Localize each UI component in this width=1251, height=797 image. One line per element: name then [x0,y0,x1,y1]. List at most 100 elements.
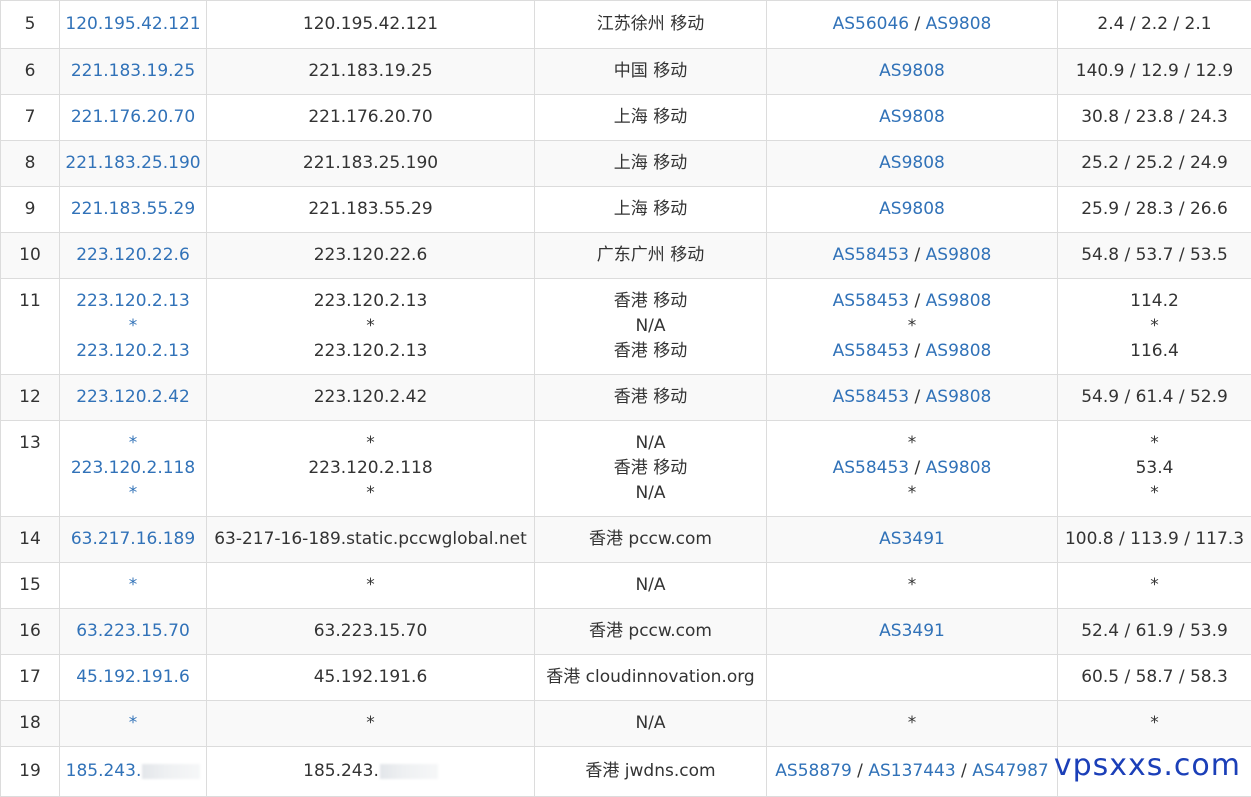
latency: 25.2 / 25.2 / 24.9 [1062,151,1247,176]
asn-link[interactable]: AS58453 [833,245,910,265]
latency: 140.9 / 12.9 / 12.9 [1062,59,1247,84]
ip-address[interactable]: 221.183.55.29 [64,197,202,222]
ip-address[interactable]: 223.120.2.13 [64,289,202,314]
asn-cell: AS56046 / AS9808 [767,1,1058,49]
hostname-cell: 223.120.22.6 [207,233,535,279]
ip-address[interactable]: 221.183.19.25 [64,59,202,84]
asn-link[interactable]: AS58453 [833,387,910,407]
latency-cell: 60.5 / 58.7 / 58.3 [1058,655,1251,701]
hostname-cell: * [207,701,535,747]
hostname-cell: 223.120.2.13*223.120.2.13 [207,279,535,375]
asn-cell [767,655,1058,701]
asn-link[interactable]: AS9808 [926,341,992,361]
ip-address[interactable]: 120.195.42.121 [64,12,202,37]
location: 上海 移动 [539,105,762,130]
asn-link[interactable]: AS58453 [833,458,910,478]
asn-link[interactable]: AS9808 [926,387,992,407]
location: 广东广州 移动 [539,243,762,268]
table-row: 11223.120.2.13*223.120.2.13223.120.2.13*… [1,279,1251,375]
latency: * [1062,481,1247,506]
hostname: 223.120.2.13 [211,339,530,364]
hostname-cell: 185.243. [207,747,535,797]
asn-link[interactable]: AS58879 [775,761,852,781]
hop-number: 9 [1,187,60,233]
asn-link[interactable]: AS3491 [879,621,945,641]
asn-link[interactable]: AS9808 [879,199,945,219]
ip-address[interactable]: 223.120.2.118 [64,456,202,481]
hop-number: 12 [1,375,60,421]
ip-address[interactable]: 185.243. [66,761,142,781]
asn-cell: AS58453 / AS9808*AS58453 / AS9808 [767,279,1058,375]
asn-link[interactable]: AS9808 [926,458,992,478]
table-row: 1745.192.191.645.192.191.6香港 cloudinnova… [1,655,1251,701]
hop-number: 8 [1,141,60,187]
location-cell: N/A [535,701,767,747]
latency-cell: 54.9 / 61.4 / 52.9 [1058,375,1251,421]
asn-separator: / [909,245,926,265]
ip-address[interactable]: 63.217.16.189 [64,527,202,552]
hostname: * [211,431,530,456]
latency-cell: *53.4* [1058,421,1251,517]
asn-link[interactable]: AS9808 [926,14,992,34]
ip-address-cell: 185.243. [60,747,207,797]
hop-number: 15 [1,563,60,609]
hop-number: 18 [1,701,60,747]
ip-address[interactable]: 221.183.25.190 [64,151,202,176]
asn-link[interactable]: AS9808 [879,153,945,173]
asn-link: * [908,713,917,733]
redaction-blur [380,764,438,779]
asn-link[interactable]: AS9808 [926,291,992,311]
asn-link[interactable]: AS9808 [926,245,992,265]
table-row: 1463.217.16.18963-217-16-189.static.pccw… [1,517,1251,563]
asn-line: * [771,711,1053,736]
location-cell: 香港 移动N/A香港 移动 [535,279,767,375]
hostname: * [211,314,530,339]
ip-address[interactable]: 223.120.22.6 [64,243,202,268]
asn-line: * [771,573,1053,598]
ip-address[interactable]: 63.223.15.70 [64,619,202,644]
ip-address-cell: 221.183.19.25 [60,49,207,95]
ip-address[interactable]: 223.120.2.13 [64,339,202,364]
hostname-cell: 221.183.19.25 [207,49,535,95]
asn-link[interactable]: AS3491 [879,529,945,549]
latency-cell: 100.8 / 113.9 / 117.3 [1058,517,1251,563]
table-row: 13*223.120.2.118**223.120.2.118*N/A香港 移动… [1,421,1251,517]
ip-address: * [64,573,202,598]
latency: 53.4 [1062,456,1247,481]
asn-link[interactable]: AS137443 [868,761,955,781]
asn-line: AS3491 [771,527,1053,552]
asn-link[interactable]: AS9808 [879,107,945,127]
asn-link[interactable]: AS58453 [833,341,910,361]
ip-address-cell: 223.120.22.6 [60,233,207,279]
table-row: 10223.120.22.6223.120.22.6广东广州 移动AS58453… [1,233,1251,279]
location: 上海 移动 [539,151,762,176]
location: 香港 pccw.com [539,527,762,552]
table-row: 7221.176.20.70221.176.20.70上海 移动AS980830… [1,95,1251,141]
table-row: 1663.223.15.7063.223.15.70香港 pccw.comAS3… [1,609,1251,655]
watermark: vpsxxs.com [1054,748,1241,783]
asn-link[interactable]: AS58453 [833,291,910,311]
latency-cell: * [1058,563,1251,609]
latency-cell: 114.2*116.4 [1058,279,1251,375]
ip-address[interactable]: 223.120.2.42 [64,385,202,410]
hostname: 221.183.25.190 [211,151,530,176]
table-row: 9221.183.55.29221.183.55.29上海 移动AS980825… [1,187,1251,233]
ip-address-cell: 221.183.55.29 [60,187,207,233]
asn-link: * [908,483,917,503]
asn-cell: * [767,563,1058,609]
asn-link[interactable]: AS9808 [879,61,945,81]
location-cell: 上海 移动 [535,187,767,233]
asn-separator: / [909,458,926,478]
ip-address-cell: 221.176.20.70 [60,95,207,141]
asn-cell: AS58453 / AS9808 [767,375,1058,421]
location: N/A [539,711,762,736]
ip-address[interactable]: 45.192.191.6 [64,665,202,690]
location-cell: 香港 pccw.com [535,517,767,563]
asn-link[interactable]: AS47987 [972,761,1049,781]
latency-cell: 2.4 / 2.2 / 2.1 [1058,1,1251,49]
hostname: 63.223.15.70 [211,619,530,644]
location: N/A [539,573,762,598]
ip-address[interactable]: 221.176.20.70 [64,105,202,130]
asn-link[interactable]: AS56046 [833,14,910,34]
asn-cell: AS58453 / AS9808 [767,233,1058,279]
